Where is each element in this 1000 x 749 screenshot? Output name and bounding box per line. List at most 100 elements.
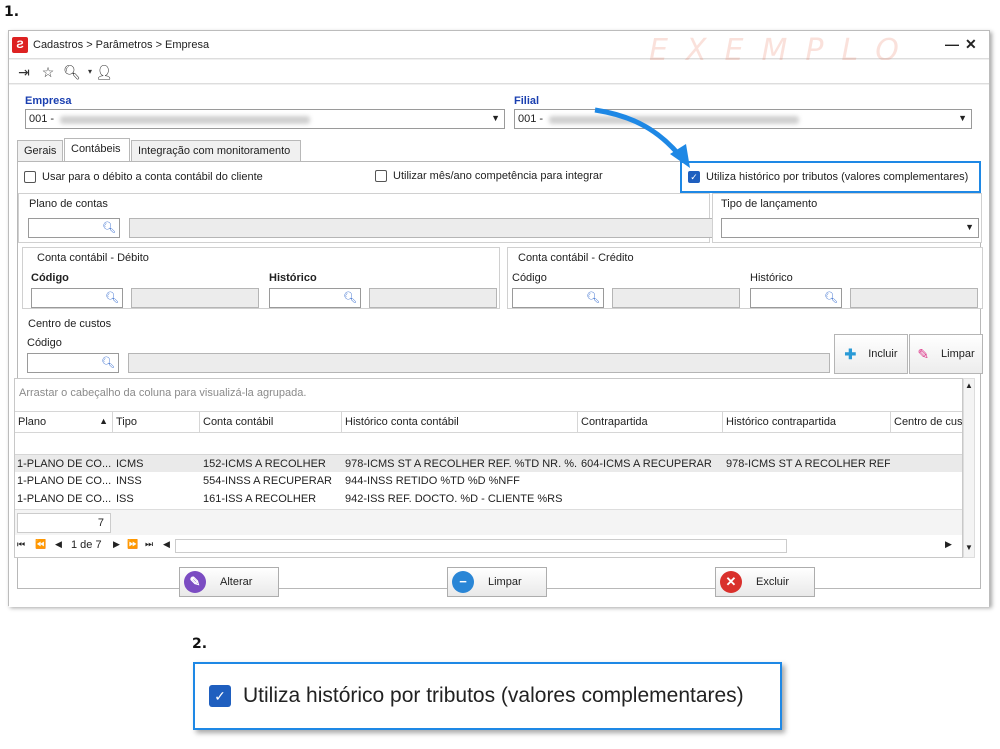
empresa-select[interactable]: 001 - ▼ <box>25 109 505 129</box>
debito-codigo-input[interactable]: 🔍︎ <box>31 288 123 308</box>
historico-tributos-checkbox[interactable]: ✓ Utiliza histórico por tributos (valore… <box>688 171 968 183</box>
table-cell: 604-ICMS A RECUPERAR <box>581 458 712 470</box>
table-row[interactable]: 1-PLANO DE CO... ISS 161-ISS A RECOLHER … <box>15 490 962 508</box>
alterar-label: Alterar <box>220 576 253 588</box>
grid-footer: 7 <box>15 509 962 535</box>
group-hint: Arrastar o cabeçalho da coluna para visu… <box>19 387 307 399</box>
vertical-scrollbar[interactable]: ▲ ▼ <box>963 378 975 558</box>
debito-historico-label: Histórico <box>269 272 317 284</box>
credito-codigo-description <box>612 288 740 308</box>
tab-gerais[interactable]: Gerais <box>17 140 63 162</box>
limpar-label: Limpar <box>488 576 522 588</box>
table-cell: 554-INSS A RECUPERAR <box>203 475 332 487</box>
tab-integracao[interactable]: Integração com monitoramento <box>131 140 301 162</box>
plano-de-contas-group: Plano de contas 🔍︎ <box>18 193 713 243</box>
incluir-button[interactable]: ✚ Incluir <box>834 334 908 374</box>
empresa-value: 001 - <box>29 113 55 125</box>
checkbox-label: Usar para o débito a conta contábil do c… <box>42 171 263 183</box>
chevron-down-icon: ▼ <box>958 113 967 123</box>
horizontal-scrollbar[interactable] <box>175 539 787 553</box>
table-cell: 978-ICMS ST A RECOLHER REF. %TD NR. %... <box>345 458 577 470</box>
title-bar: Ƨ Cadastros > Parâmetros > Empresa EXEMP… <box>9 31 989 68</box>
prev-group-icon[interactable]: ⏪ <box>35 539 46 550</box>
tipo-lancamento-select[interactable]: ▼ <box>721 218 979 238</box>
tab-contabeis[interactable]: Contábeis <box>64 138 130 162</box>
next-page-icon[interactable]: ▶ <box>113 539 120 550</box>
close-button[interactable]: ✕ <box>965 36 977 53</box>
filial-select[interactable]: 001 - ▼ <box>514 109 972 129</box>
table-cell: INSS <box>116 475 142 487</box>
debito-historico-input[interactable]: 🔍︎ <box>269 288 361 308</box>
breadcrumb: Cadastros > Parâmetros > Empresa <box>33 39 210 51</box>
zoomed-checkbox-callout: ✓ Utiliza histórico por tributos (valore… <box>193 662 782 730</box>
column-header-label: Plano <box>18 416 47 428</box>
search-icon[interactable]: 🔍︎ <box>343 291 357 304</box>
table-row[interactable]: 1-PLANO DE CO... INSS 554-INSS A RECUPER… <box>15 472 962 490</box>
scroll-right-icon[interactable]: ▶ <box>945 539 952 550</box>
search-icon[interactable]: 🔍︎ <box>105 291 119 304</box>
edit-icon: ✎ <box>184 571 206 593</box>
search-icon[interactable]: 🔍︎ <box>102 221 116 234</box>
table-cell: ISS <box>116 493 134 505</box>
tipo-lancamento-title: Tipo de lançamento <box>721 198 818 210</box>
prev-page-icon[interactable]: ◀ <box>55 539 62 550</box>
scroll-down-icon[interactable]: ▼ <box>965 543 973 552</box>
last-page-icon[interactable]: ⏭ <box>145 539 153 550</box>
search-icon[interactable]: 🔍︎ <box>824 291 838 304</box>
limpar-button[interactable]: − Limpar <box>447 567 547 597</box>
table-row[interactable]: 1-PLANO DE CO... ICMS 152-ICMS A RECOLHE… <box>15 454 962 472</box>
scroll-left-icon[interactable]: ◀ <box>163 539 170 550</box>
credito-historico-input[interactable]: 🔍︎ <box>750 288 842 308</box>
zoomed-checkbox-label: Utiliza histórico por tributos (valores … <box>243 684 744 707</box>
table-cell: 942-ISS REF. DOCTO. %D - CLIENTE %RS <box>345 493 563 505</box>
search-icon[interactable]: 🔍︎ <box>101 356 115 369</box>
user-icon[interactable]: 👤︎ <box>95 63 113 81</box>
checkbox-box <box>375 170 387 182</box>
pointer-arrow-icon <box>594 107 690 168</box>
column-header[interactable]: Tipo <box>113 411 200 433</box>
debito-codigo-label: Código <box>31 272 69 284</box>
alterar-button[interactable]: ✎ Alterar <box>179 567 279 597</box>
checkbox-label: Utilizar mês/ano competência para integr… <box>393 170 603 182</box>
table-cell: 1-PLANO DE CO... <box>17 458 111 470</box>
credito-codigo-input[interactable]: 🔍︎ <box>512 288 604 308</box>
table-cell: 944-INSS RETIDO %TD %D %NFF <box>345 475 520 487</box>
plano-de-contas-title: Plano de contas <box>29 198 108 210</box>
empresa-window: Ƨ Cadastros > Parâmetros > Empresa EXEMP… <box>8 30 990 607</box>
column-header[interactable]: Histórico contrapartida <box>723 411 891 433</box>
checkbox-box <box>24 171 36 183</box>
column-header[interactable]: Contrapartida <box>578 411 723 433</box>
limpar-centro-button[interactable]: ✎ Limpar <box>909 334 983 374</box>
delete-icon: ✕ <box>720 571 742 593</box>
table-cell: 978-ICMS ST A RECOLHER REF... <box>726 458 890 470</box>
excluir-button[interactable]: ✕ Excluir <box>715 567 815 597</box>
column-header[interactable]: Plano ▲ <box>15 411 113 433</box>
checkbox-label: Utiliza histórico por tributos (valores … <box>706 171 969 183</box>
centro-codigo-input[interactable]: 🔍︎ <box>27 353 119 373</box>
search-icon[interactable]: 🔍︎ <box>63 63 81 81</box>
step-number-2: 2. <box>192 636 208 652</box>
redacted-text <box>60 116 310 124</box>
next-group-icon[interactable]: ⏩ <box>127 539 138 550</box>
toolbar: ⇥ ☆ 🔍︎ ▾ 👤︎ <box>9 60 989 84</box>
debito-historico-description <box>369 288 497 308</box>
plano-de-contas-description <box>129 218 713 238</box>
filial-label: Filial <box>514 95 540 107</box>
minimize-button[interactable]: — <box>945 36 959 52</box>
table-cell: 1-PLANO DE CO... <box>17 493 111 505</box>
column-header[interactable]: Histórico conta contábil <box>342 411 578 433</box>
scroll-up-icon[interactable]: ▲ <box>965 381 973 390</box>
exit-icon[interactable]: ⇥ <box>15 63 33 81</box>
debito-cliente-checkbox[interactable]: Usar para o débito a conta contábil do c… <box>24 171 263 183</box>
first-page-icon[interactable]: ⏮ <box>17 539 25 550</box>
plus-icon: ✚ <box>844 345 857 362</box>
search-icon[interactable]: 🔍︎ <box>586 291 600 304</box>
table-cell: ICMS <box>116 458 144 470</box>
competencia-checkbox[interactable]: Utilizar mês/ano competência para integr… <box>375 170 603 182</box>
column-header[interactable]: Centro de cus <box>891 411 962 433</box>
centro-codigo-label: Código <box>27 337 62 349</box>
favorite-star-icon[interactable]: ☆ <box>39 63 57 81</box>
plano-de-contas-input[interactable]: 🔍︎ <box>28 218 120 238</box>
table-cell: 152-ICMS A RECOLHER <box>203 458 326 470</box>
column-header[interactable]: Conta contábil <box>200 411 342 433</box>
